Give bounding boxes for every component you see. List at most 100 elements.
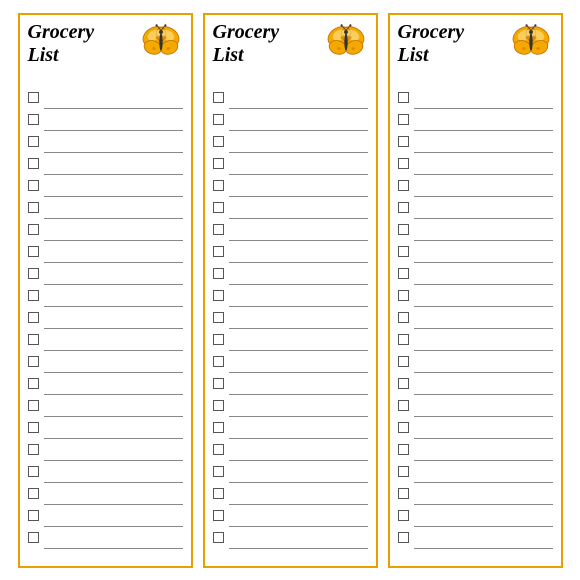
checkbox[interactable]: [28, 356, 39, 367]
list-card-3: Grocery List: [388, 13, 563, 568]
checkbox[interactable]: [213, 356, 224, 367]
item-line: [414, 439, 553, 461]
list-item: [398, 109, 553, 131]
checkbox[interactable]: [28, 334, 39, 345]
checkbox[interactable]: [28, 158, 39, 169]
checkbox[interactable]: [28, 532, 39, 543]
checkbox[interactable]: [398, 114, 409, 125]
checkbox[interactable]: [398, 246, 409, 257]
checkbox[interactable]: [213, 158, 224, 169]
checkbox[interactable]: [398, 422, 409, 433]
checkbox[interactable]: [213, 466, 224, 477]
list-item: [28, 307, 183, 329]
checkbox[interactable]: [398, 268, 409, 279]
item-line: [44, 461, 183, 483]
list-item: [213, 131, 368, 153]
checkbox[interactable]: [398, 202, 409, 213]
checkbox[interactable]: [213, 246, 224, 257]
checkbox[interactable]: [28, 400, 39, 411]
list-item: [213, 197, 368, 219]
checkbox[interactable]: [398, 444, 409, 455]
checkbox[interactable]: [398, 356, 409, 367]
checkbox[interactable]: [28, 378, 39, 389]
checkbox[interactable]: [213, 488, 224, 499]
checkbox[interactable]: [28, 312, 39, 323]
card-title: Grocery List: [398, 21, 465, 67]
checkbox[interactable]: [398, 378, 409, 389]
checkbox[interactable]: [398, 290, 409, 301]
list-item: [28, 197, 183, 219]
card-header: Grocery List: [398, 21, 553, 81]
list-item: [28, 131, 183, 153]
items-list: [213, 87, 368, 560]
item-line: [414, 131, 553, 153]
list-item: [398, 417, 553, 439]
list-item: [28, 219, 183, 241]
item-line: [229, 461, 368, 483]
checkbox[interactable]: [213, 422, 224, 433]
checkbox[interactable]: [213, 400, 224, 411]
checkbox[interactable]: [213, 224, 224, 235]
checkbox[interactable]: [398, 466, 409, 477]
card-title: Grocery List: [28, 21, 95, 67]
checkbox[interactable]: [28, 444, 39, 455]
checkbox[interactable]: [28, 510, 39, 521]
checkbox[interactable]: [28, 422, 39, 433]
list-item: [28, 153, 183, 175]
item-line: [414, 175, 553, 197]
checkbox[interactable]: [398, 180, 409, 191]
checkbox[interactable]: [398, 92, 409, 103]
list-item: [28, 241, 183, 263]
checkbox[interactable]: [28, 224, 39, 235]
checkbox[interactable]: [213, 334, 224, 345]
checkbox[interactable]: [28, 466, 39, 477]
checkbox[interactable]: [398, 136, 409, 147]
checkbox[interactable]: [28, 246, 39, 257]
item-line: [229, 395, 368, 417]
list-item: [398, 483, 553, 505]
checkbox[interactable]: [28, 488, 39, 499]
checkbox[interactable]: [28, 180, 39, 191]
checkbox[interactable]: [398, 532, 409, 543]
item-line: [44, 527, 183, 549]
checkbox[interactable]: [213, 92, 224, 103]
item-line: [44, 87, 183, 109]
checkbox[interactable]: [213, 378, 224, 389]
checkbox[interactable]: [213, 202, 224, 213]
checkbox[interactable]: [28, 268, 39, 279]
checkbox[interactable]: [398, 510, 409, 521]
checkbox[interactable]: [28, 202, 39, 213]
checkbox[interactable]: [28, 92, 39, 103]
checkbox[interactable]: [28, 290, 39, 301]
item-line: [229, 197, 368, 219]
page: Grocery List Grocery List: [0, 0, 580, 580]
checkbox[interactable]: [213, 312, 224, 323]
item-line: [229, 439, 368, 461]
checkbox[interactable]: [213, 136, 224, 147]
checkbox[interactable]: [213, 444, 224, 455]
checkbox[interactable]: [213, 510, 224, 521]
list-card-2: Grocery List: [203, 13, 378, 568]
list-item: [398, 131, 553, 153]
checkbox[interactable]: [398, 400, 409, 411]
checkbox[interactable]: [213, 268, 224, 279]
list-item: [213, 263, 368, 285]
item-line: [229, 241, 368, 263]
checkbox[interactable]: [213, 290, 224, 301]
checkbox[interactable]: [398, 224, 409, 235]
checkbox[interactable]: [398, 312, 409, 323]
list-item: [398, 219, 553, 241]
checkbox[interactable]: [213, 180, 224, 191]
list-item: [213, 483, 368, 505]
checkbox[interactable]: [28, 114, 39, 125]
checkbox[interactable]: [398, 334, 409, 345]
checkbox[interactable]: [398, 488, 409, 499]
checkbox[interactable]: [213, 114, 224, 125]
checkbox[interactable]: [28, 136, 39, 147]
item-line: [44, 505, 183, 527]
list-item: [213, 373, 368, 395]
item-line: [44, 439, 183, 461]
checkbox[interactable]: [213, 532, 224, 543]
item-line: [44, 175, 183, 197]
checkbox[interactable]: [398, 158, 409, 169]
